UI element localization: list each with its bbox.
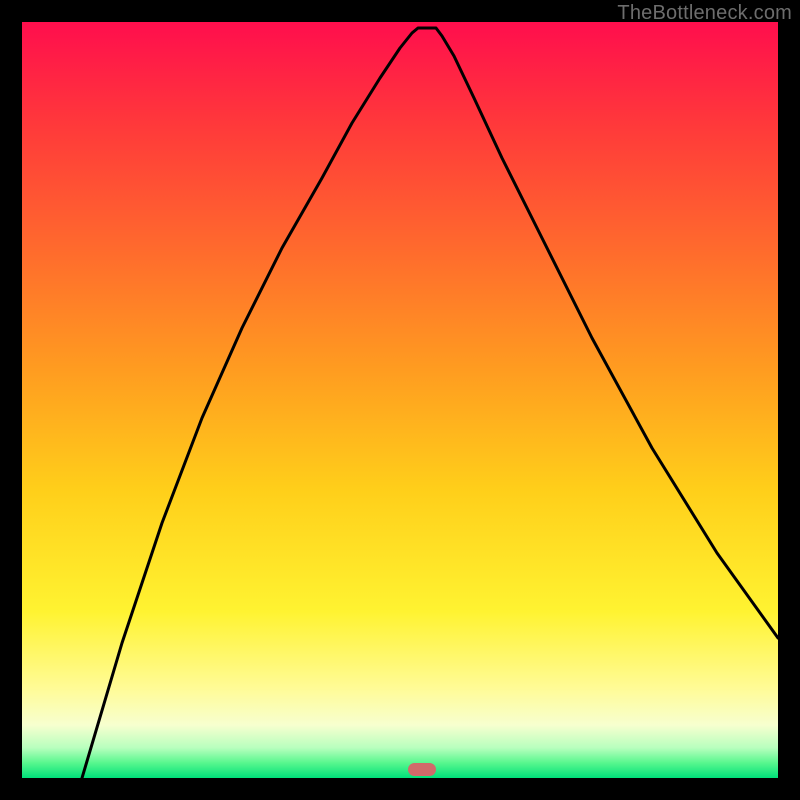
optimum-marker xyxy=(408,763,436,776)
bottleneck-curve xyxy=(22,22,778,778)
chart-frame: TheBottleneck.com xyxy=(0,0,800,800)
attribution-text: TheBottleneck.com xyxy=(617,2,792,25)
plot-area xyxy=(22,22,778,778)
